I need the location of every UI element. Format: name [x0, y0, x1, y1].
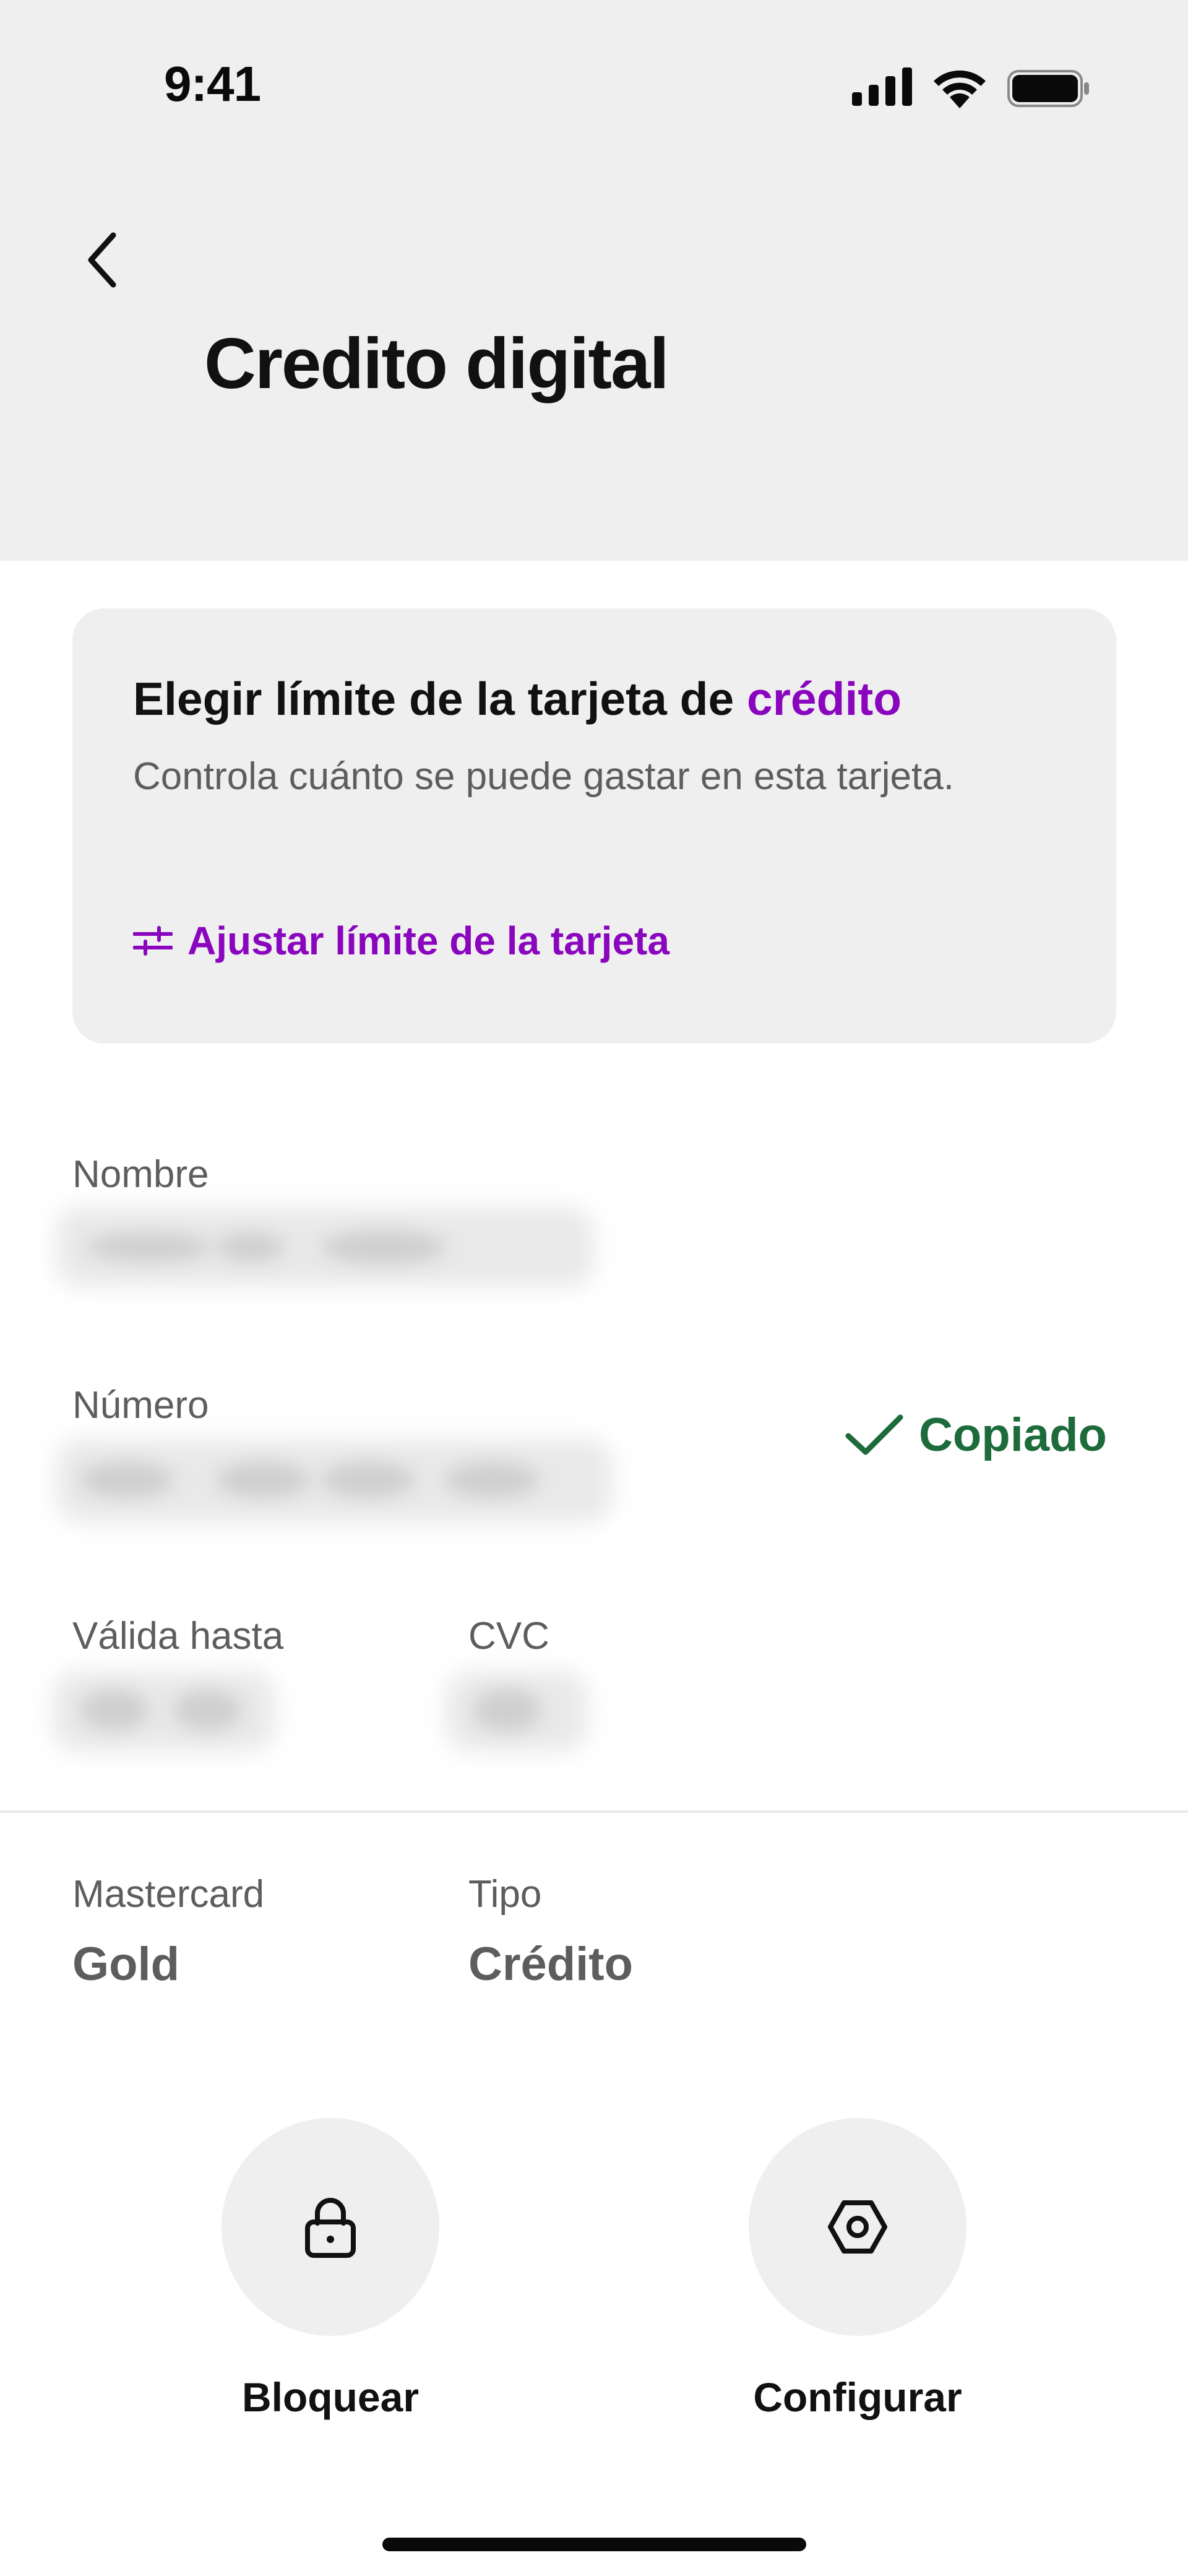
lock-label[interactable]: Bloquear: [170, 2374, 491, 2421]
lock-icon: [305, 2198, 356, 2258]
brand-value: Gold: [72, 1938, 180, 1990]
section-divider: [0, 1810, 1188, 1813]
page-title: Credito digital: [204, 323, 669, 404]
copied-label: Copiado: [919, 1409, 1107, 1461]
name-label: Nombre: [72, 1153, 209, 1196]
limit-card: Elegir límite de la tarjeta de crédito C…: [72, 608, 1116, 1044]
settings-icon: [828, 2200, 887, 2254]
valid-until-label: Válida hasta: [72, 1615, 284, 1658]
header: 9:41 Credito digital: [0, 0, 1188, 561]
cvc-label: CVC: [468, 1615, 549, 1658]
number-label: Número: [72, 1384, 209, 1427]
copied-indicator: Copiado: [845, 1408, 1107, 1462]
signal-icon: [852, 67, 912, 106]
type-value: Crédito: [468, 1938, 633, 1990]
wifi-icon: [934, 70, 986, 108]
card-title-accent: crédito: [747, 673, 902, 725]
type-label: Tipo: [468, 1873, 542, 1916]
card-title: Elegir límite de la tarjeta de crédito: [133, 672, 902, 725]
status-time: 9:41: [164, 56, 261, 111]
configure-button[interactable]: [749, 2118, 966, 2336]
lock-button[interactable]: [222, 2118, 439, 2336]
card-description: Controla cuánto se puede gastar en esta …: [133, 755, 954, 798]
sliders-icon: [133, 926, 173, 956]
chevron-left-icon: [88, 232, 116, 288]
battery-icon: [1007, 70, 1089, 107]
adjust-limit-link[interactable]: Ajustar límite de la tarjeta: [133, 918, 669, 964]
configure-label[interactable]: Configurar: [697, 2374, 1018, 2421]
card-title-text: Elegir límite de la tarjeta de: [133, 673, 747, 725]
back-button[interactable]: [68, 223, 136, 297]
checkmark-icon: [845, 1414, 903, 1454]
brand-label: Mastercard: [72, 1873, 265, 1916]
adjust-limit-label: Ajustar límite de la tarjeta: [187, 918, 669, 963]
home-indicator[interactable]: [382, 2538, 806, 2551]
